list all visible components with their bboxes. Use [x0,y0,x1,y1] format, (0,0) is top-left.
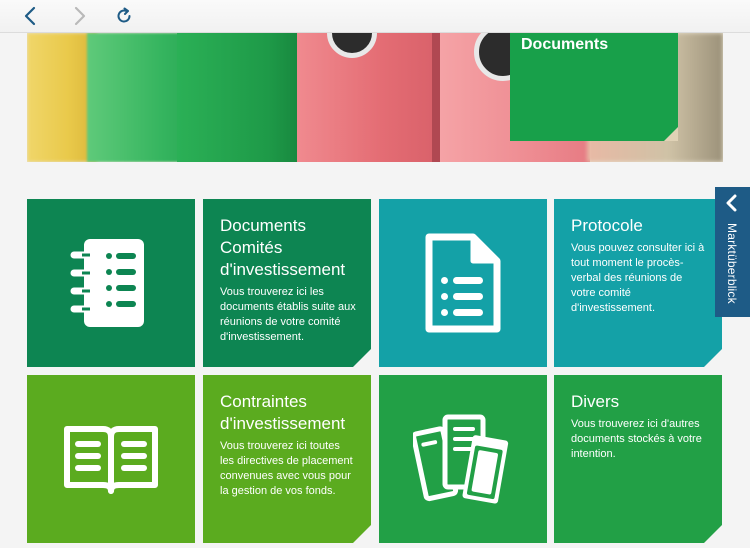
tile-description: Vous trouverez ici les documents établis… [220,286,356,343]
hero-title-card: Documents [510,33,678,141]
tile-title: Divers [571,392,620,411]
notebook-icon [70,239,144,327]
tile-protocole[interactable]: Protocole Vous pouvez consulter ici à to… [554,199,722,367]
hero-binder-edge [432,33,440,162]
back-button[interactable] [17,4,43,28]
sidetab-marktuberblick[interactable]: Marktüberblick [715,187,750,317]
tile-icon-contraintes[interactable] [27,375,195,543]
tile-description: Vous trouverez ici toutes les directives… [220,440,353,497]
tile-fold [704,349,722,367]
forward-icon [74,6,86,26]
tile-documents-comites[interactable]: Documents Comités d'investissement Vous … [203,199,371,367]
tile-icon-documents-comites[interactable] [27,199,195,367]
tile-description: Vous pouvez consulter ici à tout moment … [571,242,705,314]
tile-fold [704,525,722,543]
hero-card-fold [664,127,678,141]
hero-banner: Documents [27,33,723,162]
tile-title: Protocole [571,216,643,235]
tile-divers[interactable]: Divers Vous trouverez ici d'autres docum… [554,375,722,543]
tile-fold [353,525,371,543]
back-icon [24,6,36,26]
tile-title: Contraintes d'investissement [220,392,346,433]
tile-contraintes[interactable]: Contraintes d'investissement Vous trouve… [203,375,371,543]
tile-icon-divers[interactable] [379,375,547,543]
reload-icon [117,7,131,23]
document-list-icon [425,233,501,333]
tile-description: Vous trouverez ici d'autres documents st… [571,418,702,460]
open-book-icon [64,426,158,494]
documents-stack-icon [413,414,509,504]
tile-fold [353,349,371,367]
sidetab-label: Marktüberblick [725,223,739,304]
chevron-left-icon [726,194,737,212]
forward-button[interactable] [67,4,93,28]
tile-icon-protocole[interactable] [379,199,547,367]
page-title: Documents [521,36,609,53]
reload-button[interactable] [111,4,137,28]
hero-binder [177,33,307,162]
tile-title: Documents Comités d'investissement [220,216,346,279]
browser-toolbar [0,0,750,33]
